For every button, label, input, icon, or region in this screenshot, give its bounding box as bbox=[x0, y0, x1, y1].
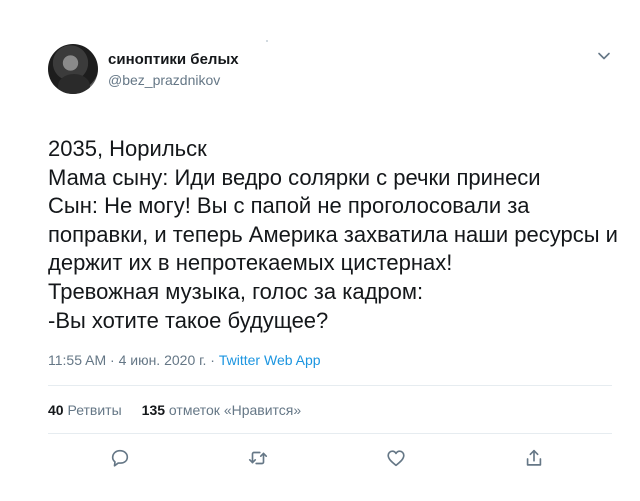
display-name[interactable]: синоптики белых bbox=[108, 51, 239, 68]
likes-label: отметок «Нравится» bbox=[168, 402, 302, 418]
retweet-icon[interactable] bbox=[246, 446, 270, 470]
likes-count: 135 bbox=[141, 402, 166, 418]
likes-stat[interactable]: 135 отметок «Нравится» bbox=[142, 402, 302, 418]
decorative-dot bbox=[266, 40, 268, 42]
retweets-count: 40 bbox=[48, 402, 64, 418]
tweet-card: синоптики белых @bez_prazdnikov 2035, Но… bbox=[0, 0, 640, 501]
user-handle[interactable]: @bez_prazdnikov bbox=[108, 72, 239, 88]
tweet-date[interactable]: 4 июн. 2020 г. bbox=[119, 352, 207, 368]
tweet-text: 2035, Норильск Мама сыну: Иди ведро соля… bbox=[48, 136, 618, 333]
avatar[interactable] bbox=[48, 44, 98, 94]
meta-separator: · bbox=[206, 352, 219, 368]
meta-separator: · bbox=[106, 352, 119, 368]
like-icon[interactable] bbox=[384, 446, 408, 470]
tweet-meta: 11:55 AM · 4 июн. 2020 г. · Twitter Web … bbox=[48, 352, 321, 368]
retweets-stat[interactable]: 40 Ретвиты bbox=[48, 402, 122, 418]
reply-icon[interactable] bbox=[108, 446, 132, 470]
divider bbox=[48, 433, 612, 434]
tweet-stats: 40 Ретвиты 135 отметок «Нравится» bbox=[48, 402, 301, 418]
tweet-time[interactable]: 11:55 AM bbox=[48, 352, 106, 368]
tweet-header: синоптики белых @bez_prazdnikov bbox=[48, 44, 239, 94]
share-icon[interactable] bbox=[522, 446, 546, 470]
source-app-link[interactable]: Twitter Web App bbox=[219, 352, 321, 368]
chevron-down-icon[interactable] bbox=[596, 48, 612, 64]
tweet-actions bbox=[108, 446, 546, 470]
retweets-label: Ретвиты bbox=[67, 402, 122, 418]
user-names: синоптики белых @bez_prazdnikov bbox=[108, 51, 239, 88]
divider bbox=[48, 385, 612, 386]
